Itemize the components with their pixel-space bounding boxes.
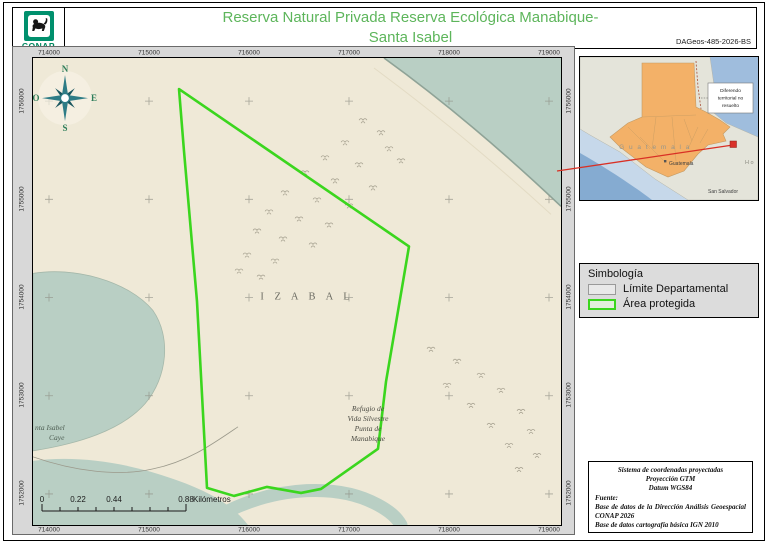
axis-label: 717000 — [338, 49, 360, 56]
document-id: DAGeos-485-2026-BS — [676, 37, 751, 46]
svg-text:0.22: 0.22 — [70, 495, 86, 504]
axis-label: 716000 — [238, 527, 260, 534]
svg-text:0.88: 0.88 — [178, 495, 194, 504]
page-title-line1: Reserva Natural Privada Reserva Ecológic… — [222, 8, 598, 28]
legend-title: Simbología — [588, 268, 750, 280]
axis-label: 714000 — [38, 527, 60, 534]
projection-line: Proyección GTM — [595, 475, 746, 484]
svg-text:territorial no: territorial no — [718, 96, 744, 102]
axis-label: 1756000 — [19, 88, 26, 113]
svg-text:0.44: 0.44 — [106, 495, 122, 504]
axis-label: 1754000 — [19, 284, 26, 309]
title-bar: CONAP Reserva Natural Privada Reserva Ec… — [12, 7, 757, 49]
legend-item-protected-area: Área protegida — [588, 298, 750, 310]
san-salvador-label: San Salvador — [708, 189, 738, 195]
svg-text:Diferendo: Diferendo — [720, 88, 741, 94]
svg-text:0: 0 — [40, 495, 45, 504]
svg-text:Manabique: Manabique — [350, 434, 386, 443]
legend-item-label: Límite Departamental — [623, 283, 728, 295]
axis-label: 715000 — [138, 527, 160, 534]
inset-map-drawing: Diferendo territorial no resuelto G u a … — [580, 57, 758, 200]
axis-label: 718000 — [438, 527, 460, 534]
compass-south-label: S — [62, 123, 67, 133]
coordinate-system-line: Sistema de coordenadas proyectadas — [595, 466, 746, 475]
axis-label: 718000 — [438, 49, 460, 56]
axis-label: 719000 — [538, 527, 560, 534]
axis-label: 1753000 — [566, 382, 573, 407]
honduras-label: H o — [745, 160, 754, 166]
axis-label: 1755000 — [566, 186, 573, 211]
axis-label: 716000 — [238, 49, 260, 56]
svg-text:Vida Silvestre: Vida Silvestre — [348, 414, 390, 423]
compass-east-label: E — [91, 93, 97, 103]
axis-label: 1756000 — [566, 88, 573, 113]
svg-text:Caye: Caye — [49, 433, 65, 442]
map-frame: I Z A B A L Refugio de Vida Silvestre Pu… — [12, 46, 575, 535]
axis-label: 1752000 — [19, 480, 26, 505]
svg-text:resuelto: resuelto — [722, 103, 739, 109]
svg-text:Kilómetros: Kilómetros — [193, 495, 231, 504]
axis-label: 717000 — [338, 527, 360, 534]
axis-label: 719000 — [538, 49, 560, 56]
page-title: Reserva Natural Privada Reserva Ecológic… — [65, 8, 756, 48]
axis-label: 1752000 — [566, 480, 573, 505]
region-label: I Z A B A L — [260, 292, 353, 303]
legend-item-departmental: Límite Departamental — [588, 283, 750, 295]
axis-label: 714000 — [38, 49, 60, 56]
legend: Simbología Límite Departamental Área pro… — [579, 263, 759, 318]
axis-label: 715000 — [138, 49, 160, 56]
axis-label: 1755000 — [19, 186, 26, 211]
conap-logo: CONAP — [13, 8, 65, 48]
svg-text:Punta de: Punta de — [354, 424, 383, 433]
capital-city-label: Guatemala — [669, 161, 694, 167]
source-line-dag: Base de datos de la Dirección Análisis G… — [595, 503, 746, 521]
compass-west-label: O — [33, 93, 40, 103]
source-label: Fuente: — [595, 494, 746, 503]
main-map-drawing: I Z A B A L Refugio de Vida Silvestre Pu… — [33, 58, 561, 525]
datum-line: Datum WGS84 — [595, 484, 746, 493]
protected-area-swatch — [588, 299, 616, 310]
departmental-boundary-swatch — [588, 284, 616, 295]
jaguar-icon — [28, 15, 50, 37]
conap-logo-square — [24, 11, 54, 41]
inset-country-label: G u a t e m a l a — [619, 144, 691, 151]
source-info-box: Sistema de coordenadas proyectadas Proye… — [588, 461, 753, 533]
capital-city-dot — [664, 160, 666, 162]
inset-map: Diferendo territorial no resuelto G u a … — [579, 56, 759, 201]
main-map: I Z A B A L Refugio de Vida Silvestre Pu… — [32, 57, 562, 526]
svg-text:nta Isabel: nta Isabel — [35, 423, 65, 432]
map-document-page: CONAP Reserva Natural Privada Reserva Ec… — [0, 0, 768, 544]
axis-label: 1754000 — [566, 284, 573, 309]
compass-north-label: N — [62, 64, 69, 74]
source-line-ign: Base de datos cartografía básica IGN 201… — [595, 521, 746, 530]
svg-text:Refugio de: Refugio de — [351, 404, 385, 413]
legend-item-label: Área protegida — [623, 298, 695, 310]
axis-label: 1753000 — [19, 382, 26, 407]
